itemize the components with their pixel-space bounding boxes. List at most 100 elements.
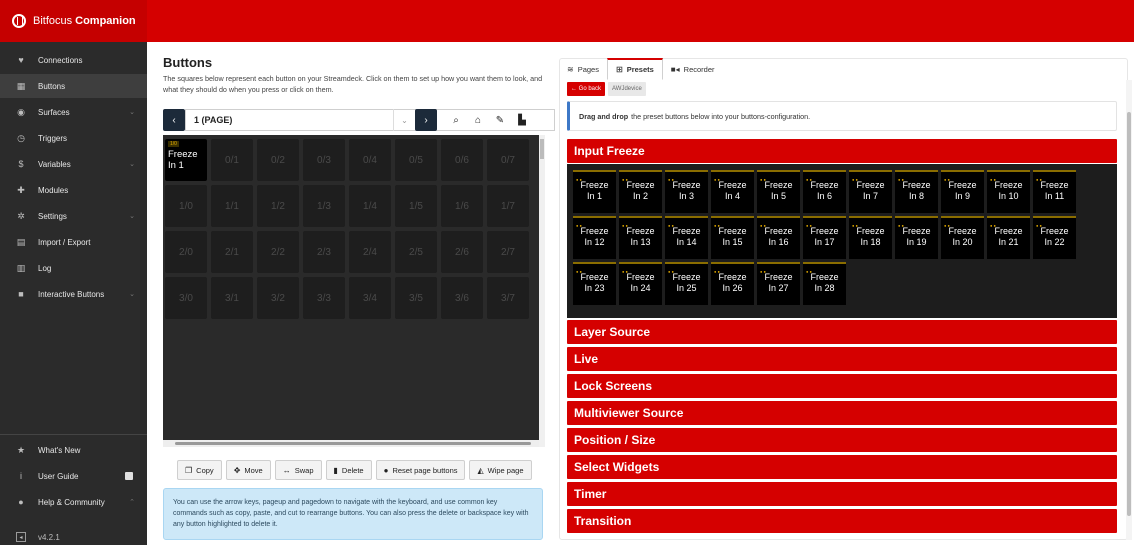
- grid-button[interactable]: 3/0: [165, 277, 207, 319]
- grid-button[interactable]: 3/3: [303, 277, 345, 319]
- sidebar-item-connections[interactable]: ♥ Connections: [0, 48, 147, 72]
- scrollbar-thumb[interactable]: [175, 442, 531, 445]
- preset-button[interactable]: ● ● Freeze In 21: [987, 216, 1030, 259]
- preset-button[interactable]: ● ● Freeze In 4: [711, 170, 754, 213]
- grid-button[interactable]: 2/2: [257, 231, 299, 273]
- sidebar-item-buttons[interactable]: ▦ Buttons: [0, 74, 147, 98]
- reset-page-buttons-button[interactable]: ● Reset page buttons: [375, 460, 466, 480]
- scrollbar-thumb[interactable]: [540, 139, 544, 159]
- sidebar-item-variables[interactable]: $ Variables ⌄: [0, 152, 147, 176]
- delete-button[interactable]: ▮ Delete: [325, 460, 372, 480]
- file-export-icon[interactable]: ▙: [511, 109, 533, 131]
- tab-pages[interactable]: ≋ Pages: [559, 58, 607, 80]
- preset-button[interactable]: ● ● Freeze In 14: [665, 216, 708, 259]
- grid-button[interactable]: 2/7: [487, 231, 529, 273]
- tab-recorder[interactable]: ■◂ Recorder: [663, 58, 723, 80]
- category-select-widgets[interactable]: Select Widgets: [567, 455, 1117, 479]
- preset-button[interactable]: ● ● Freeze In 9: [941, 170, 984, 213]
- preset-button[interactable]: ● ● Freeze In 28: [803, 262, 846, 305]
- preset-button[interactable]: ● ● Freeze In 5: [757, 170, 800, 213]
- right-scrollbar[interactable]: [1126, 80, 1132, 540]
- category-lock-screens[interactable]: Lock Screens: [567, 374, 1117, 398]
- grid-button[interactable]: 1/1: [211, 185, 253, 227]
- copy-button[interactable]: ❐ Copy: [177, 460, 222, 480]
- grid-button[interactable]: 1/7: [487, 185, 529, 227]
- grid-button[interactable]: 2/6: [441, 231, 483, 273]
- preset-button[interactable]: ● ● Freeze In 22: [1033, 216, 1076, 259]
- tab-presets[interactable]: ⊞ Presets: [606, 58, 663, 80]
- grid-button[interactable]: 3/2: [257, 277, 299, 319]
- preset-button[interactable]: ● ● Freeze In 1: [573, 170, 616, 213]
- category-layer-source[interactable]: Layer Source: [567, 320, 1117, 344]
- category-input-freeze[interactable]: Input Freeze: [567, 139, 1117, 163]
- brand[interactable]: Bitfocus Companion: [0, 0, 147, 42]
- sidebar-item-user-guide[interactable]: i User Guide: [0, 464, 147, 488]
- sidebar-item-triggers[interactable]: ◷ Triggers: [0, 126, 147, 150]
- grid-button[interactable]: 2/4: [349, 231, 391, 273]
- next-page-button[interactable]: ›: [415, 109, 437, 131]
- preset-button[interactable]: ● ● Freeze In 12: [573, 216, 616, 259]
- prev-page-button[interactable]: ‹: [163, 109, 185, 131]
- preset-button[interactable]: ● ● Freeze In 25: [665, 262, 708, 305]
- scrollbar-thumb[interactable]: [1127, 112, 1131, 516]
- grid-button[interactable]: 0/1: [211, 139, 253, 181]
- preset-button[interactable]: ● ● Freeze In 18: [849, 216, 892, 259]
- preset-button[interactable]: ● ● Freeze In 23: [573, 262, 616, 305]
- grid-button[interactable]: 0/3: [303, 139, 345, 181]
- preset-button[interactable]: ● ● Freeze In 17: [803, 216, 846, 259]
- preset-button[interactable]: ● ● Freeze In 8: [895, 170, 938, 213]
- category-live[interactable]: Live: [567, 347, 1117, 371]
- grid-button[interactable]: 2/3: [303, 231, 345, 273]
- grid-button[interactable]: 1/4: [349, 185, 391, 227]
- grid-horizontal-scrollbar[interactable]: [163, 440, 539, 447]
- sidebar-item-surfaces[interactable]: ◉ Surfaces ⌄: [0, 100, 147, 124]
- preset-button[interactable]: ● ● Freeze In 6: [803, 170, 846, 213]
- grid-button[interactable]: 3/7: [487, 277, 529, 319]
- sidebar-item-whats-new[interactable]: ★ What's New: [0, 438, 147, 462]
- preset-button[interactable]: ● ● Freeze In 2: [619, 170, 662, 213]
- preset-button[interactable]: ● ● Freeze In 16: [757, 216, 800, 259]
- sidebar-toggle-icon[interactable]: ◂: [16, 532, 26, 542]
- preset-button[interactable]: ● ● Freeze In 13: [619, 216, 662, 259]
- grid-button[interactable]: 2/0: [165, 231, 207, 273]
- go-back-button[interactable]: ← Go back: [567, 82, 606, 96]
- grid-button[interactable]: 0/6: [441, 139, 483, 181]
- grid-button[interactable]: 3/4: [349, 277, 391, 319]
- preset-button[interactable]: ● ● Freeze In 24: [619, 262, 662, 305]
- swap-button[interactable]: ↔ Swap: [274, 460, 322, 480]
- sidebar-item-modules[interactable]: ✚ Modules: [0, 178, 147, 202]
- category-transition[interactable]: Transition: [567, 509, 1117, 533]
- sidebar-item-interactive-buttons[interactable]: ■ Interactive Buttons ⌄: [0, 282, 147, 306]
- sidebar-item-log[interactable]: ▥ Log: [0, 256, 147, 280]
- search-icon[interactable]: ⌕: [445, 109, 467, 131]
- category-multiviewer-source[interactable]: Multiviewer Source: [567, 401, 1117, 425]
- wipe-page-button[interactable]: ◭ Wipe page: [469, 460, 532, 480]
- grid-button[interactable]: 3/5: [395, 277, 437, 319]
- move-button[interactable]: ✥ Move: [225, 460, 271, 480]
- grid-button[interactable]: 3/1: [211, 277, 253, 319]
- preset-button[interactable]: ● ● Freeze In 3: [665, 170, 708, 213]
- category-position-size[interactable]: Position / Size: [567, 428, 1117, 452]
- grid-button[interactable]: 0/4: [349, 139, 391, 181]
- preset-button[interactable]: ● ● Freeze In 11: [1033, 170, 1076, 213]
- preset-button[interactable]: ● ● Freeze In 27: [757, 262, 800, 305]
- grid-button[interactable]: 2/1: [211, 231, 253, 273]
- preset-button[interactable]: ● ● Freeze In 26: [711, 262, 754, 305]
- preset-button[interactable]: ● ● Freeze In 7: [849, 170, 892, 213]
- category-timer[interactable]: Timer: [567, 482, 1117, 506]
- grid-button[interactable]: 1/6: [441, 185, 483, 227]
- grid-button[interactable]: 0/7: [487, 139, 529, 181]
- page-dropdown-toggle[interactable]: ⌄: [393, 109, 415, 131]
- preset-button[interactable]: ● ● Freeze In 10: [987, 170, 1030, 213]
- home-icon[interactable]: ⌂: [467, 109, 489, 131]
- grid-button[interactable]: 1/5: [395, 185, 437, 227]
- grid-button[interactable]: 2/5: [395, 231, 437, 273]
- grid-button[interactable]: 1/0: [165, 185, 207, 227]
- sidebar-item-import-export[interactable]: ▤ Import / Export: [0, 230, 147, 254]
- preset-button[interactable]: ● ● Freeze In 19: [895, 216, 938, 259]
- preset-button[interactable]: ● ● Freeze In 15: [711, 216, 754, 259]
- grid-button[interactable]: 1/0 Freeze In 1: [165, 139, 207, 181]
- grid-button[interactable]: 0/2: [257, 139, 299, 181]
- grid-vertical-scrollbar[interactable]: [539, 135, 545, 447]
- grid-button[interactable]: 0/5: [395, 139, 437, 181]
